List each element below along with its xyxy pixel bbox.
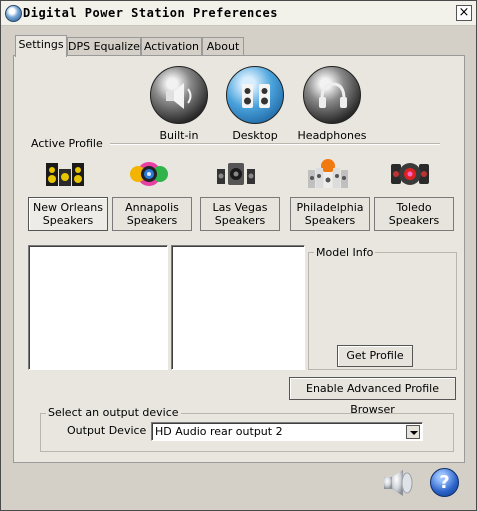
tab-about[interactable]: About: [202, 37, 244, 56]
speaker-icon[interactable]: [381, 468, 415, 498]
tab-dps-equalizer[interactable]: DPS Equalizer: [67, 37, 144, 56]
profile-philadelphia-button[interactable]: Philadelphia Speakers: [290, 197, 370, 231]
profile-las-vegas-button[interactable]: Las Vegas Speakers: [200, 197, 280, 231]
help-icon[interactable]: ?: [430, 468, 459, 497]
close-button[interactable]: ×: [456, 5, 472, 21]
profile-toledo-line1: Toledo: [396, 201, 432, 214]
profile-list-left[interactable]: [28, 245, 168, 370]
output-device-select[interactable]: HD Audio rear output 2: [151, 422, 423, 441]
tab-activation[interactable]: Activation: [141, 37, 202, 56]
profile-new-orleans-button[interactable]: New Orleans Speakers: [28, 197, 108, 231]
output-device-label: Output Device: [67, 424, 147, 437]
title-bar: Digital Power Station Preferences ×: [1, 1, 476, 26]
desktop-button[interactable]: [226, 66, 284, 124]
window-title: Digital Power Station Preferences: [23, 6, 278, 20]
toledo-speakers-icon: [391, 163, 429, 185]
annapolis-speakers-icon: [130, 162, 168, 186]
desktop-speakers-icon: [242, 84, 270, 108]
active-profile-divider: [110, 143, 440, 145]
app-icon: [5, 5, 22, 22]
output-device-group-label: Select an output device: [46, 406, 181, 419]
chevron-down-icon[interactable]: [406, 425, 420, 439]
profile-new-orleans-line2: Speakers: [42, 214, 94, 227]
profile-annapolis-button[interactable]: Annapolis Speakers: [112, 197, 192, 231]
desktop-label: Desktop: [232, 129, 278, 142]
headphones-button[interactable]: [303, 66, 361, 124]
headphones-icon: [319, 82, 347, 108]
settings-panel: Built-in Desktop Headphones Active Profi…: [13, 55, 465, 463]
profile-list-right[interactable]: [171, 245, 305, 370]
built-in-button[interactable]: [150, 66, 208, 124]
enable-advanced-profile-browser-button[interactable]: Enable Advanced Profile Browser: [289, 377, 456, 416]
preferences-window: Digital Power Station Preferences × Sett…: [0, 0, 477, 511]
output-device-value: HD Audio rear output 2: [155, 425, 283, 438]
profile-toledo-line2: Speakers: [388, 214, 440, 227]
active-profile-label: Active Profile: [31, 137, 103, 150]
profile-las-vegas-line1: Las Vegas: [212, 201, 268, 214]
philadelphia-speakers-icon: [308, 159, 348, 188]
new-orleans-speakers-icon: [46, 163, 84, 186]
built-in-label: Built-in: [159, 129, 199, 142]
profile-annapolis-line2: Speakers: [126, 214, 178, 227]
speaker-icon: [166, 83, 192, 109]
model-info-label: Model Info: [314, 246, 376, 259]
profile-toledo-button[interactable]: Toledo Speakers: [374, 197, 454, 231]
get-profile-button[interactable]: Get Profile: [337, 345, 413, 367]
profile-new-orleans-line1: New Orleans: [33, 201, 103, 214]
profile-las-vegas-line2: Speakers: [214, 214, 266, 227]
tab-settings[interactable]: Settings: [15, 35, 67, 57]
profile-philadelphia-line1: Philadelphia: [296, 201, 364, 214]
headphones-label: Headphones: [297, 129, 367, 142]
las-vegas-speakers-icon: [217, 163, 255, 185]
profile-annapolis-line1: Annapolis: [125, 201, 179, 214]
profile-philadelphia-line2: Speakers: [304, 214, 356, 227]
